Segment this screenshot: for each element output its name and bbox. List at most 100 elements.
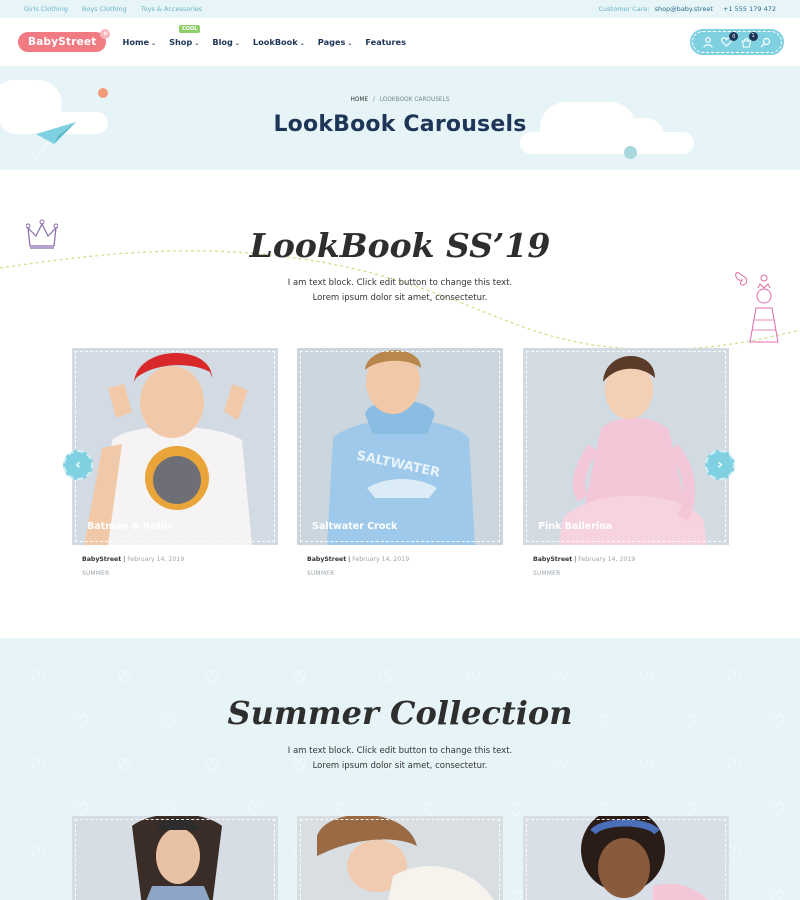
- card-caption[interactable]: Saltwater Crock: [312, 521, 397, 532]
- lookbook-section: LookBook SS’19 I am text block. Click ed…: [0, 170, 800, 638]
- heart-icon: ♡: [291, 668, 308, 689]
- card-dashed-frame: [300, 351, 500, 542]
- breadcrumb-separator: /: [372, 97, 375, 103]
- desc-line-1: I am text block. Click edit button to ch…: [287, 278, 513, 288]
- card-dashed-frame: [300, 819, 500, 900]
- card-date: February 14, 2019: [578, 556, 636, 563]
- card-tag[interactable]: SUMMER: [297, 571, 503, 577]
- card-caption[interactable]: Batman & Robin: [87, 521, 174, 532]
- carousel-prev-button[interactable]: ‹: [63, 450, 93, 480]
- chevron-down-icon: ⌄: [151, 40, 157, 47]
- heart-icon: ♡: [465, 668, 482, 689]
- search-icon[interactable]: [760, 37, 771, 48]
- lookbook-title: LookBook SS’19: [249, 226, 551, 265]
- main-nav: Home ⌄ COOL Shop ⌄ Blog ⌄ LookBook ⌄ Pages ⌄ F…: [122, 25, 418, 47]
- heart-icon: ♡: [508, 800, 525, 821]
- card-caption[interactable]: Pink Ballerina: [538, 521, 612, 532]
- card-photo[interactable]: Batman & Robin: [72, 348, 278, 545]
- top-link-boys[interactable]: Boys Clothing: [82, 5, 127, 13]
- heart-icon: ♡: [508, 888, 525, 900]
- card-date: February 14, 2019: [352, 556, 410, 563]
- heart-icon: ♡: [769, 888, 786, 900]
- meta-separator: |: [574, 556, 577, 563]
- breadcrumb: HOME / LOOKBOOK CAROUSELS: [0, 97, 800, 103]
- wishlist-icon[interactable]: 0: [721, 32, 739, 47]
- nav-lookbook[interactable]: LookBook ⌄: [253, 37, 305, 47]
- chevron-right-icon: ›: [717, 457, 723, 473]
- card-date: February 14, 2019: [127, 556, 185, 563]
- nav-features[interactable]: Features: [365, 37, 406, 47]
- phone-link[interactable]: +1 555 179 472: [723, 5, 776, 13]
- meta-separator: |: [348, 556, 351, 563]
- logo-text: BabyStreet: [28, 36, 97, 48]
- nav-shop-label: Shop: [169, 37, 193, 47]
- card-photo[interactable]: Pink Ballerina: [523, 348, 729, 545]
- lookbook-description: I am text block. Click edit button to ch…: [0, 276, 800, 306]
- card-author[interactable]: BabyStreet: [82, 556, 121, 563]
- nav-shop[interactable]: COOL Shop ⌄: [169, 25, 201, 47]
- summer-card[interactable]: [523, 816, 729, 900]
- chevron-down-icon: ⌄: [194, 40, 200, 47]
- summer-title: Summer Collection: [227, 694, 573, 732]
- card-photo[interactable]: SALTWATER Saltwater Crock: [297, 348, 503, 545]
- card-dashed-frame: [75, 351, 275, 542]
- chevron-down-icon: ⌄: [299, 40, 305, 47]
- heart-icon: ♡: [117, 668, 134, 689]
- nav-blog[interactable]: Blog ⌄: [212, 37, 240, 47]
- page-title: LookBook Carousels: [273, 112, 527, 137]
- summer-description: I am text block. Click edit button to ch…: [0, 744, 800, 774]
- card-meta: BabyStreet | February 14, 2019: [72, 556, 278, 563]
- top-bar: Girls Clothing Boys Clothing Toys & Acce…: [0, 0, 800, 18]
- cool-badge: COOL: [179, 25, 201, 33]
- card-author[interactable]: BabyStreet: [307, 556, 346, 563]
- heart-icon: ♡: [378, 668, 395, 689]
- site-logo[interactable]: BabyStreet ✿: [18, 29, 111, 52]
- card-photo[interactable]: [72, 816, 278, 900]
- cart-count: 1: [748, 31, 758, 41]
- contact-info: Customer Care: shop@baby.street +1 555 1…: [591, 5, 776, 13]
- heart-icon: ♡: [726, 668, 743, 689]
- summer-card[interactable]: [72, 816, 278, 900]
- chevron-down-icon: ⌄: [234, 40, 240, 47]
- customer-care-label: Customer Care:: [598, 5, 650, 13]
- card-meta: BabyStreet | February 14, 2019: [523, 556, 729, 563]
- desc-line-2: Lorem ipsum dolor sit amet, consectetur.: [312, 293, 488, 303]
- lookbook-card[interactable]: Batman & Robin BabyStreet | February 14,…: [72, 348, 278, 577]
- email-link[interactable]: shop@baby.street: [655, 5, 713, 13]
- nav-blog-label: Blog: [212, 37, 233, 47]
- heart-icon: ♡: [552, 668, 569, 689]
- lookbook-card[interactable]: SALTWATER Saltwater Crock BabyStreet | F…: [297, 348, 503, 577]
- nav-lookbook-label: LookBook: [252, 37, 298, 47]
- top-links: Girls Clothing Boys Clothing Toys & Acce…: [24, 5, 214, 13]
- site-header: BabyStreet ✿ Home ⌄ COOL Shop ⌄ Blog ⌄ LookB…: [0, 18, 800, 66]
- summer-section: ♡ ♡ ♡ ♡ ♡ ♡ ♡ ♡ ♡ ♡ ♡ ♡ ♡ ♡ ♡ ♡ ♡ ♡ ♡ ♡ ♡ ♡ ♡ ♡ ♡ ♡ ♡ ♡ ♡ ♡ ♡ ♡ ♡ ♡ ♡ ♡ ♡ ♡ ♡ ♡…: [0, 638, 800, 900]
- top-link-girls[interactable]: Girls Clothing: [24, 5, 68, 13]
- chevron-left-icon: ‹: [75, 457, 81, 473]
- card-dashed-frame: [526, 819, 726, 900]
- nav-features-label: Features: [365, 37, 406, 47]
- lookbook-card[interactable]: Pink Ballerina BabyStreet | February 14,…: [523, 348, 729, 577]
- card-meta: BabyStreet | February 14, 2019: [297, 556, 503, 563]
- carousel-next-button[interactable]: ›: [705, 450, 735, 480]
- card-tag[interactable]: SUMMER: [72, 571, 278, 577]
- user-icon[interactable]: [703, 36, 713, 48]
- breadcrumb-home[interactable]: HOME: [351, 97, 369, 103]
- desc-line-1: I am text block. Click edit button to ch…: [287, 746, 513, 756]
- breadcrumb-current: LOOKBOOK CAROUSELS: [379, 97, 450, 103]
- nav-home[interactable]: Home ⌄: [122, 37, 156, 47]
- top-link-toys[interactable]: Toys & Accessories: [141, 5, 202, 13]
- heart-icon: ♡: [30, 668, 47, 689]
- meta-separator: |: [123, 556, 126, 563]
- cart-icon[interactable]: 1: [741, 31, 758, 48]
- nav-pages[interactable]: Pages ⌄: [318, 37, 353, 47]
- heart-icon: ♡: [204, 668, 221, 689]
- card-photo[interactable]: [297, 816, 503, 900]
- logo-badge-icon: ✿: [100, 29, 111, 39]
- card-dashed-frame: [526, 351, 726, 542]
- card-tag[interactable]: SUMMER: [523, 571, 729, 577]
- nav-pages-label: Pages: [317, 37, 346, 47]
- header-actions: 0 1: [690, 29, 784, 55]
- card-photo[interactable]: [523, 816, 729, 900]
- summer-card[interactable]: [297, 816, 503, 900]
- card-author[interactable]: BabyStreet: [533, 556, 572, 563]
